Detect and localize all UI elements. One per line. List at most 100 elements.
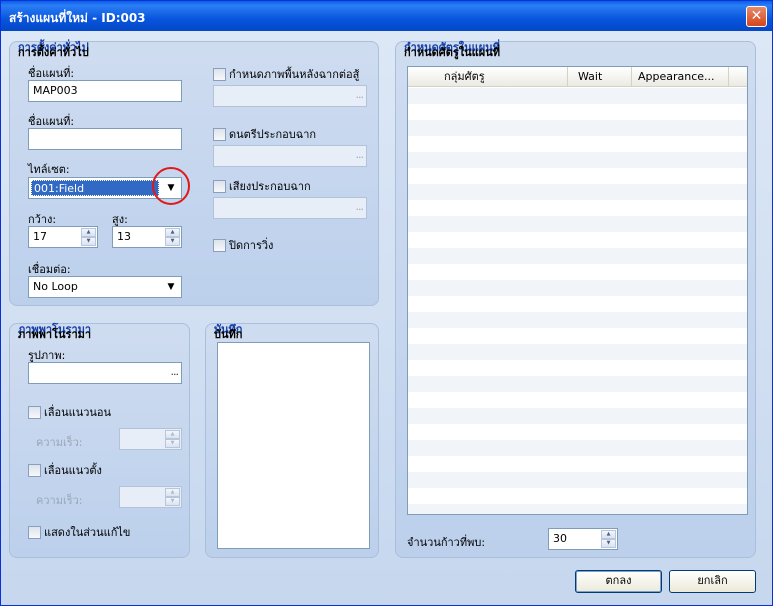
encounters-table[interactable]: กลุ่มศัตรู Wait Appearance...	[407, 66, 748, 515]
battle-bg-field[interactable]: ...	[213, 85, 367, 107]
general-settings-title: การตั้งค่าทั่วไป การตั้งค่าทั่วไป	[18, 41, 89, 59]
spin-down-icon[interactable]: ▼	[165, 237, 180, 246]
table-row[interactable]	[408, 296, 747, 312]
cancel-button[interactable]: ยกเลิก	[669, 570, 756, 593]
spin-up-icon[interactable]: ▲	[165, 228, 180, 237]
chevron-down-icon[interactable]: ▼	[162, 278, 180, 296]
steps-value: 30	[553, 532, 567, 545]
checkbox-box[interactable]	[213, 127, 226, 141]
spin-down-icon[interactable]: ▼	[81, 237, 96, 246]
height-value: 13	[117, 230, 131, 243]
checkbox-box[interactable]	[213, 67, 226, 81]
create-map-dialog: สร้างแผนที่ใหม่ - ID:003 ✕ การตั้งค่าทั่…	[0, 0, 773, 606]
vscroll-checkbox[interactable]: เลื่อนแนวตั้ง	[28, 461, 102, 479]
browse-icon[interactable]: ...	[356, 148, 364, 161]
checkbox-box[interactable]	[28, 463, 41, 477]
notes-textarea[interactable]	[217, 342, 370, 549]
table-row[interactable]	[408, 504, 747, 514]
spin-up-icon[interactable]: ▲	[165, 430, 180, 439]
height-stepper[interactable]: 13 ▲ ▼	[112, 226, 182, 248]
spin-down-icon[interactable]: ▼	[165, 497, 180, 506]
general-settings-group: การตั้งค่าทั่วไป การตั้งค่าทั่วไป ชื่อแผ…	[9, 41, 379, 306]
table-row[interactable]	[408, 456, 747, 472]
show-in-editor-checkbox[interactable]: แสดงในส่วนแก้ไข	[28, 523, 130, 541]
bgs-field[interactable]: ...	[213, 197, 367, 219]
checkbox-box[interactable]	[213, 179, 226, 193]
spin-down-icon[interactable]: ▼	[165, 439, 180, 448]
table-row[interactable]	[408, 328, 747, 344]
table-row[interactable]	[408, 232, 747, 248]
display-name-input[interactable]	[28, 128, 182, 150]
disable-dash-checkbox[interactable]: ปิดการวิ่ง	[213, 236, 273, 254]
close-button[interactable]: ✕	[746, 6, 767, 27]
loop-selected-value: No Loop	[33, 280, 78, 293]
show-in-editor-label: แสดงในส่วนแก้ไข	[44, 526, 131, 539]
browse-icon[interactable]: ...	[356, 88, 364, 101]
bgm-checkbox[interactable]: ดนตรีประกอบฉาก	[213, 125, 316, 143]
ok-button[interactable]: ตกลง	[575, 570, 662, 593]
encounters-group: กำหนดศัตรูในแผนที่ กำหนดศัตรูในแผนที่ กล…	[395, 41, 756, 558]
vspeed-label: ความเร็ว:	[36, 494, 83, 507]
panorama-group: ภาพพาโนรามา ภาพพาโนรามา รูปภาพ: ... เลื่…	[9, 323, 190, 558]
width-stepper[interactable]: 17 ▲ ▼	[28, 226, 98, 248]
steps-stepper[interactable]: 30 ▲ ▼	[548, 528, 618, 550]
map-name-input[interactable]: MAP003	[28, 80, 182, 102]
bgm-field[interactable]: ...	[213, 145, 367, 167]
panorama-image-field[interactable]: ...	[28, 362, 182, 384]
bgm-label: ดนตรีประกอบฉาก	[229, 128, 317, 141]
bgs-label: เสียงประกอบฉาก	[229, 180, 311, 193]
table-row[interactable]	[408, 184, 747, 200]
checkbox-box[interactable]	[28, 525, 41, 539]
browse-icon[interactable]: ...	[171, 365, 179, 378]
table-row[interactable]	[408, 312, 747, 328]
checkbox-box[interactable]	[28, 405, 41, 419]
battle-bg-checkbox[interactable]: กำหนดภาพพื้นหลังฉากต่อสู้	[213, 65, 359, 83]
table-row[interactable]	[408, 440, 747, 456]
checkbox-box[interactable]	[213, 238, 226, 252]
loop-dropdown[interactable]: No Loop ▼	[28, 276, 182, 298]
table-row[interactable]	[408, 120, 747, 136]
table-row[interactable]	[408, 472, 747, 488]
table-row[interactable]	[408, 168, 747, 184]
table-row[interactable]	[408, 344, 747, 360]
panorama-title: ภาพพาโนรามา ภาพพาโนรามา	[18, 323, 92, 341]
table-row[interactable]	[408, 136, 747, 152]
dialog-body: การตั้งค่าทั่วไป การตั้งค่าทั่วไป ชื่อแผ…	[1, 31, 772, 605]
hscroll-label: เลื่อนแนวนอน	[44, 406, 112, 419]
table-row[interactable]	[408, 408, 747, 424]
table-rows	[408, 88, 747, 514]
vspeed-stepper[interactable]: ▲ ▼	[119, 486, 182, 508]
notes-group: บันทึก บันทึก	[205, 323, 379, 558]
table-row[interactable]	[408, 360, 747, 376]
hspeed-label: ความเร็ว:	[36, 436, 83, 449]
steps-label: จำนวนก้าวที่พบ:	[407, 536, 486, 549]
spin-up-icon[interactable]: ▲	[81, 228, 96, 237]
tileset-label: ไทล์เซต:	[28, 163, 70, 176]
table-row[interactable]	[408, 376, 747, 392]
table-row[interactable]	[408, 280, 747, 296]
column-wait[interactable]: Wait	[568, 67, 632, 87]
spin-down-icon[interactable]: ▼	[601, 539, 616, 548]
table-row[interactable]	[408, 392, 747, 408]
highlight-circle	[152, 167, 190, 205]
title-bar: สร้างแผนที่ใหม่ - ID:003 ✕	[1, 1, 772, 31]
spin-up-icon[interactable]: ▲	[165, 488, 180, 497]
table-row[interactable]	[408, 424, 747, 440]
table-row[interactable]	[408, 88, 747, 104]
bgs-checkbox[interactable]: เสียงประกอบฉาก	[213, 177, 311, 195]
vscroll-label: เลื่อนแนวตั้ง	[44, 464, 102, 477]
table-row[interactable]	[408, 152, 747, 168]
table-row[interactable]	[408, 216, 747, 232]
notes-title: บันทึก บันทึก	[214, 323, 243, 341]
hscroll-checkbox[interactable]: เลื่อนแนวนอน	[28, 403, 111, 421]
table-row[interactable]	[408, 488, 747, 504]
table-row[interactable]	[408, 248, 747, 264]
hspeed-stepper[interactable]: ▲ ▼	[119, 428, 182, 450]
spin-up-icon[interactable]: ▲	[601, 530, 616, 539]
table-row[interactable]	[408, 200, 747, 216]
table-row[interactable]	[408, 264, 747, 280]
column-troop[interactable]: กลุ่มศัตรู	[408, 67, 568, 87]
table-row[interactable]	[408, 104, 747, 120]
column-appearance[interactable]: Appearance...	[632, 67, 729, 87]
browse-icon[interactable]: ...	[356, 200, 364, 213]
